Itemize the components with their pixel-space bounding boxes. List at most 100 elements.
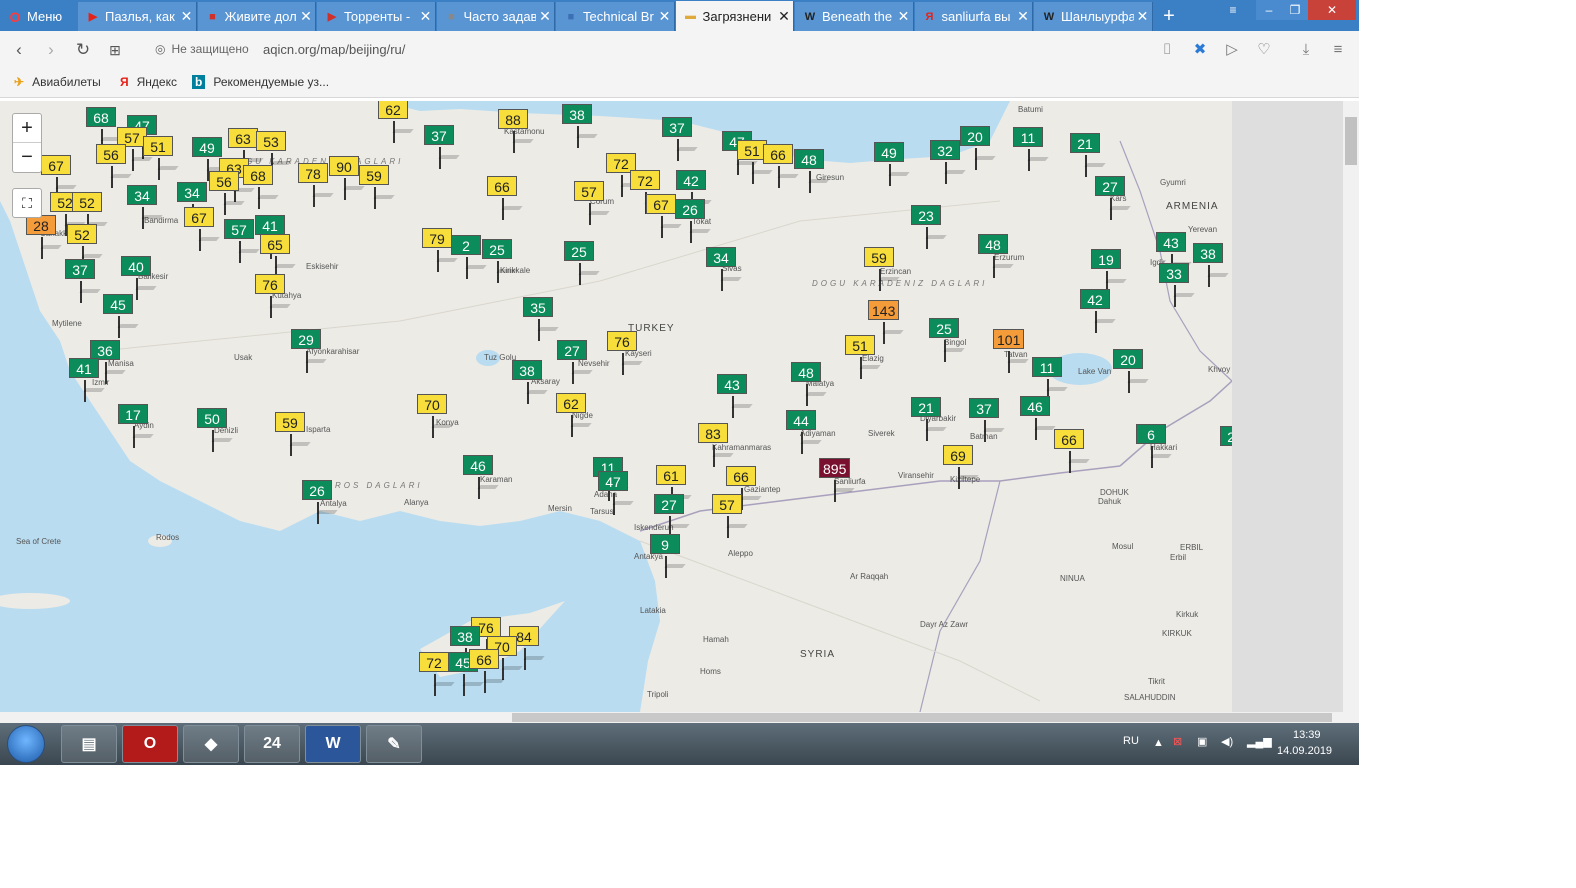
aqi-station-marker[interactable]: 66	[469, 649, 499, 693]
aqi-value-label[interactable]: 43	[1156, 232, 1186, 252]
new-tab-button[interactable]: +	[1158, 5, 1180, 27]
aqi-value-label[interactable]: 48	[791, 362, 821, 382]
clock-date[interactable]: 14.09.2019	[1277, 745, 1332, 757]
aqi-station-marker[interactable]: 9	[650, 534, 680, 578]
aqi-station-marker[interactable]: 68	[243, 165, 273, 209]
tab-menu-icon[interactable]: ≡	[1222, 0, 1244, 20]
aqi-value-label[interactable]: 88	[498, 109, 528, 129]
aqi-value-label[interactable]: 38	[450, 626, 480, 646]
aqi-station-marker[interactable]: 48	[978, 234, 1008, 278]
aqi-value-label[interactable]: 61	[656, 465, 686, 485]
aqi-value-label[interactable]: 2	[451, 235, 481, 255]
aqi-station-marker[interactable]: 72	[606, 153, 636, 197]
aqi-station-marker[interactable]: 46	[463, 455, 493, 499]
aqi-station-marker[interactable]: 66	[763, 144, 793, 188]
aqi-station-marker[interactable]: 26	[302, 480, 332, 524]
aqi-station-marker[interactable]: 48	[791, 362, 821, 406]
aqi-value-label[interactable]: 143	[868, 300, 900, 320]
aqi-value-label[interactable]: 6	[1136, 424, 1166, 444]
aqi-station-marker[interactable]: 57	[117, 127, 147, 171]
bookmark-recommended[interactable]: b Рекомендуемые уз...	[192, 75, 329, 89]
close-tab-icon[interactable]: ✕	[775, 8, 793, 25]
aqi-value-label[interactable]: 47	[598, 471, 628, 491]
volume-icon[interactable]: ◀)	[1221, 735, 1233, 748]
aqi-station-marker[interactable]: 6	[1136, 424, 1166, 468]
aqi-station-marker[interactable]: 29	[291, 329, 321, 373]
aqi-value-label[interactable]: 78	[298, 163, 328, 183]
aqi-value-label[interactable]: 28	[26, 215, 56, 235]
aqi-station-marker[interactable]: 38	[1193, 243, 1223, 287]
aqi-value-label[interactable]: 23	[911, 205, 941, 225]
aqi-value-label[interactable]: 27	[654, 494, 684, 514]
aqi-value-label[interactable]: 895	[819, 458, 851, 478]
aqi-value-label[interactable]: 26	[302, 480, 332, 500]
browser-tab[interactable]: ▶ Пазлья, как ✕	[78, 2, 197, 31]
aqi-station-marker[interactable]: 20	[960, 126, 990, 170]
signal-icon[interactable]: ▂▄▆	[1247, 735, 1272, 748]
aqi-station-marker[interactable]: 25	[929, 318, 959, 362]
aqi-value-label[interactable]: 11	[1013, 127, 1043, 147]
close-tab-icon[interactable]: ✕	[178, 8, 196, 25]
aqi-value-label[interactable]: 40	[121, 256, 151, 276]
aqi-station-marker[interactable]: 56	[209, 171, 239, 215]
zoom-in-button[interactable]: +	[13, 114, 41, 143]
paint-icon[interactable]: ✎	[366, 725, 422, 763]
aqi-station-marker[interactable]: 37	[65, 259, 95, 303]
aqi-station-marker[interactable]: 45	[448, 652, 478, 696]
horizontal-scroll-thumb[interactable]	[512, 713, 1332, 722]
aqi-station-marker[interactable]: 70	[417, 394, 447, 438]
aqi-value-label[interactable]: 20	[1113, 349, 1143, 369]
camera-icon[interactable]: ⌷	[1157, 40, 1177, 60]
horizontal-scrollbar[interactable]	[0, 712, 1343, 723]
aqi-station-marker[interactable]: 143	[868, 300, 900, 344]
aqi-value-label[interactable]: 25	[482, 239, 512, 259]
battery-icon[interactable]: ▣	[1197, 735, 1207, 748]
close-tab-icon[interactable]: ✕	[1134, 8, 1152, 25]
aqi-station-marker[interactable]: 83	[698, 423, 728, 467]
aqi-station-marker[interactable]: 69	[943, 445, 973, 489]
aqi-value-label[interactable]: 52	[67, 224, 97, 244]
opera-icon[interactable]: O	[122, 725, 178, 763]
language-indicator[interactable]: RU	[1123, 735, 1139, 747]
aqi-station-marker[interactable]: 36	[90, 340, 120, 384]
aqi-value-label[interactable]: 76	[255, 274, 285, 294]
bookmark-flights[interactable]: ✈ Авиабилеты	[14, 75, 101, 89]
aqi-station-marker[interactable]: 37	[662, 117, 692, 161]
aqi-value-label[interactable]: 25	[929, 318, 959, 338]
aqi-station-marker[interactable]: 51	[845, 335, 875, 379]
aqi-value-label[interactable]: 59	[359, 165, 389, 185]
aqi-value-label[interactable]: 49	[874, 142, 904, 162]
browser-tab[interactable]: ■ Technical Br ✕	[556, 2, 675, 31]
aqi-value-label[interactable]: 26	[675, 199, 705, 219]
close-tab-icon[interactable]: ✕	[417, 8, 435, 25]
aqi-value-label[interactable]: 34	[127, 185, 157, 205]
aqi-station-marker[interactable]: 41	[69, 358, 99, 402]
aqi-value-label[interactable]: 48	[794, 149, 824, 169]
aqi-value-label[interactable]: 38	[1193, 243, 1223, 263]
bookmark-yandex[interactable]: Я Яндекс	[120, 75, 177, 89]
aqi-station-marker[interactable]: 70	[487, 636, 517, 680]
vertical-scroll-thumb[interactable]	[1345, 117, 1357, 165]
browser-tab[interactable]: Яsanliurfa вы ✕	[914, 2, 1033, 31]
aqi-value-label[interactable]: 70	[417, 394, 447, 414]
aqi-value-label[interactable]: 46	[463, 455, 493, 475]
fullscreen-icon[interactable]: ⛶	[12, 188, 42, 218]
restore-button[interactable]: ❐	[1282, 0, 1308, 20]
aqi-value-label[interactable]: 59	[275, 412, 305, 432]
aqi-station-marker[interactable]: 27	[1095, 176, 1125, 220]
aqi-value-label[interactable]: 34	[177, 182, 207, 202]
aqi-value-label[interactable]: 19	[1091, 249, 1121, 269]
aqi-value-label[interactable]: 72	[630, 170, 660, 190]
aqi-value-label[interactable]: 48	[978, 234, 1008, 254]
explorer-icon[interactable]: ▤	[61, 725, 117, 763]
aqi-value-label[interactable]: 83	[698, 423, 728, 443]
aqi-station-marker[interactable]: 59	[275, 412, 305, 456]
browser-tab[interactable]: ▶ Торренты - ✕	[317, 2, 436, 31]
aqi-value-label[interactable]: 68	[243, 165, 273, 185]
aqi-value-label[interactable]: 66	[726, 466, 756, 486]
aqi-station-marker[interactable]: 72	[419, 652, 449, 696]
aqi-value-label[interactable]: 66	[763, 144, 793, 164]
aqi-station-marker[interactable]: 21	[911, 397, 941, 441]
aqi-value-label[interactable]: 66	[469, 649, 499, 669]
aqi-station-marker[interactable]: 2	[451, 235, 481, 279]
